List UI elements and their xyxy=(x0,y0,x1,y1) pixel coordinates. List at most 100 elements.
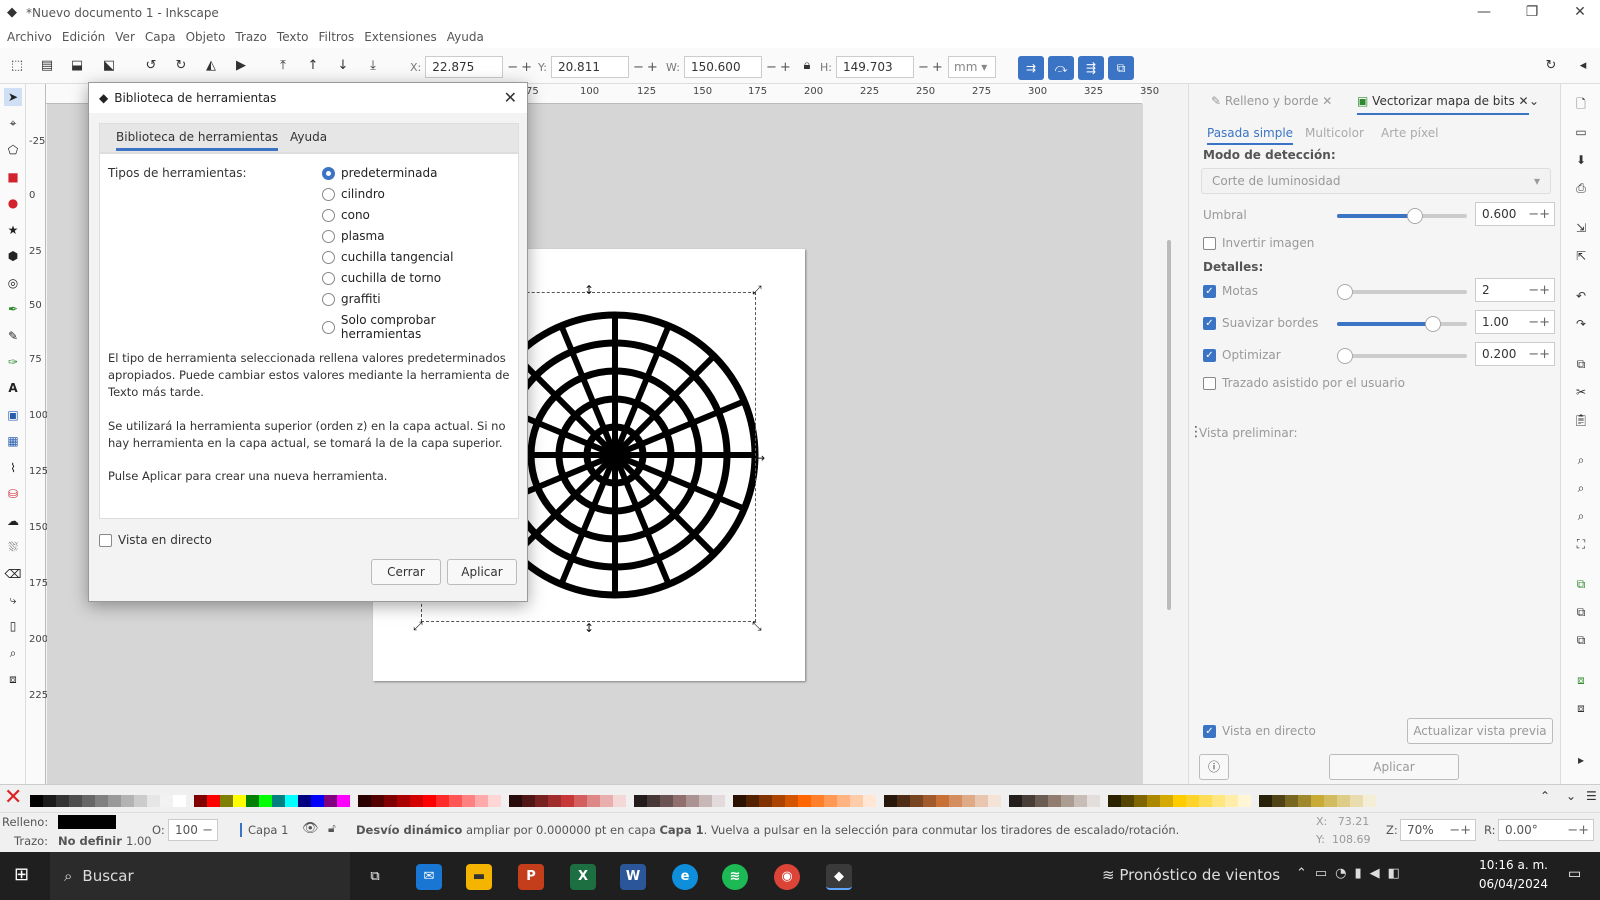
menu-ver[interactable]: Ver xyxy=(110,30,140,44)
gradient-tool-icon[interactable]: ▣ xyxy=(4,406,22,424)
node-tool-icon[interactable]: ⌖ xyxy=(4,114,22,132)
dialog-close-icon[interactable]: ✕ xyxy=(504,88,517,107)
open-icon[interactable]: ▭ xyxy=(1573,124,1589,140)
color-swatch[interactable] xyxy=(95,795,108,807)
assisted-row[interactable]: Trazado asistido por el usuario xyxy=(1203,376,1405,390)
duplicate-icon[interactable]: ⧉ xyxy=(1573,576,1589,592)
tweak-tool-icon[interactable]: ☁ xyxy=(4,512,22,530)
panel-apply-button[interactable]: Aplicar xyxy=(1329,754,1459,780)
stroke-value[interactable]: No definir xyxy=(58,834,122,848)
close-window-icon[interactable]: ✕ xyxy=(1556,0,1600,26)
color-swatch[interactable] xyxy=(246,795,259,807)
color-swatch[interactable] xyxy=(194,795,207,807)
color-swatch[interactable] xyxy=(358,795,371,807)
eraser-tool-icon[interactable]: ⌫ xyxy=(4,565,22,583)
fill-swatch[interactable] xyxy=(58,815,116,829)
color-swatch[interactable] xyxy=(371,795,384,807)
zoom-width-icon[interactable]: ⛶ xyxy=(1573,536,1589,552)
move-patterns-icon[interactable]: ⧉ xyxy=(1108,56,1134,80)
threshold-slider-knob[interactable] xyxy=(1407,208,1423,224)
radio-cylinder[interactable]: cilindro xyxy=(322,187,385,201)
color-swatch[interactable] xyxy=(1285,795,1298,807)
color-swatch[interactable] xyxy=(488,795,501,807)
color-swatch[interactable] xyxy=(772,795,785,807)
spray-tool-icon[interactable]: ⛆ xyxy=(4,538,22,556)
zoom-drawing-icon[interactable]: ⌕ xyxy=(1573,480,1589,496)
color-swatch[interactable] xyxy=(574,795,587,807)
color-swatch[interactable] xyxy=(1298,795,1311,807)
color-swatch[interactable] xyxy=(160,795,173,807)
color-swatch[interactable] xyxy=(811,795,824,807)
inkscape-taskbar-icon[interactable]: ◆ xyxy=(826,864,852,890)
color-swatch[interactable] xyxy=(1147,795,1160,807)
export-icon[interactable]: ⇱ xyxy=(1573,248,1589,264)
palette-up-icon[interactable]: ⌃ xyxy=(1540,789,1550,803)
color-swatch[interactable] xyxy=(686,795,699,807)
color-swatch[interactable] xyxy=(949,795,962,807)
color-swatch[interactable] xyxy=(824,795,837,807)
info-icon[interactable]: ⓘ xyxy=(1199,754,1229,780)
radio-cone[interactable]: cono xyxy=(322,208,370,222)
group-icon[interactable]: ⧈ xyxy=(1573,672,1589,688)
color-swatch[interactable] xyxy=(1259,795,1272,807)
lower-icon[interactable]: ↓ xyxy=(334,57,352,75)
zoom-selection-icon[interactable]: ⌕ xyxy=(1573,452,1589,468)
scale-handle-top-icon[interactable]: ↕ xyxy=(584,284,594,296)
move-gradients-icon[interactable]: ⇶ xyxy=(1078,56,1104,80)
color-swatch[interactable] xyxy=(207,795,220,807)
touch-select-icon[interactable]: ⬕ xyxy=(100,57,118,75)
color-swatch[interactable] xyxy=(699,795,712,807)
threshold-stepper[interactable]: −+ xyxy=(1524,207,1554,222)
update-preview-button[interactable]: Actualizar vista previa xyxy=(1407,718,1553,744)
3d-box-tool-icon[interactable]: ⬢ xyxy=(4,247,22,265)
stroke-width[interactable]: 1.00 xyxy=(126,834,152,848)
threshold-spin[interactable]: 0.600 −+ xyxy=(1475,202,1555,226)
color-swatch[interactable] xyxy=(259,795,272,807)
color-swatch[interactable] xyxy=(798,795,811,807)
subtab-multicolor[interactable]: Multicolor xyxy=(1305,126,1364,140)
color-swatch[interactable] xyxy=(613,795,626,807)
menu-trazo[interactable]: Trazo xyxy=(230,30,272,44)
zoom-stepper[interactable]: −+ xyxy=(1445,823,1475,838)
windows-start-icon[interactable]: ⊞ xyxy=(14,864,29,885)
color-swatch[interactable] xyxy=(988,795,1001,807)
y-field[interactable]: 20.811 xyxy=(550,56,629,78)
ellipse-tool-icon[interactable]: ● xyxy=(4,194,22,212)
x-stepper[interactable]: −+ xyxy=(507,60,535,75)
color-swatch[interactable] xyxy=(1238,795,1251,807)
optimize-row[interactable]: ✓ Optimizar xyxy=(1203,348,1281,362)
color-swatch[interactable] xyxy=(522,795,535,807)
color-swatch[interactable] xyxy=(660,795,673,807)
color-swatch[interactable] xyxy=(1074,795,1087,807)
star-tool-icon[interactable]: ★ xyxy=(4,221,22,239)
dropper-tool-icon[interactable]: ⌇ xyxy=(4,459,22,477)
menu-filtros[interactable]: Filtros xyxy=(314,30,360,44)
radio-default[interactable]: predeterminada xyxy=(322,166,437,180)
color-swatch[interactable] xyxy=(285,795,298,807)
color-swatch[interactable] xyxy=(1324,795,1337,807)
color-swatch[interactable] xyxy=(220,795,233,807)
w-stepper[interactable]: −+ xyxy=(766,60,794,75)
color-swatch[interactable] xyxy=(1272,795,1285,807)
chrome-icon[interactable]: ◉ xyxy=(774,864,800,890)
color-swatch[interactable] xyxy=(863,795,876,807)
radio-button[interactable] xyxy=(322,271,335,285)
palette-down-icon[interactable]: ⌄ xyxy=(1566,789,1576,803)
lock-icon[interactable]: 🔒︎ xyxy=(798,57,816,75)
color-swatch[interactable] xyxy=(30,795,43,807)
color-swatch[interactable] xyxy=(272,795,285,807)
rectangle-tool-icon[interactable]: ■ xyxy=(4,168,22,186)
color-swatch[interactable] xyxy=(1009,795,1022,807)
color-swatch[interactable] xyxy=(962,795,975,807)
color-swatch[interactable] xyxy=(173,795,186,807)
menu-extensiones[interactable]: Extensiones xyxy=(359,30,442,44)
zoom-tool-icon[interactable]: ⌕ xyxy=(4,644,22,662)
color-swatch[interactable] xyxy=(298,795,311,807)
radio-lathe-knife[interactable]: cuchilla de torno xyxy=(322,271,441,285)
smooth-stepper[interactable]: −+ xyxy=(1524,315,1554,330)
vertical-scrollbar[interactable] xyxy=(1167,240,1171,610)
minimize-icon[interactable]: — xyxy=(1460,0,1508,26)
select-all-layers-icon[interactable]: ▤ xyxy=(38,57,56,75)
color-swatch[interactable] xyxy=(600,795,613,807)
color-swatch[interactable] xyxy=(1212,795,1225,807)
